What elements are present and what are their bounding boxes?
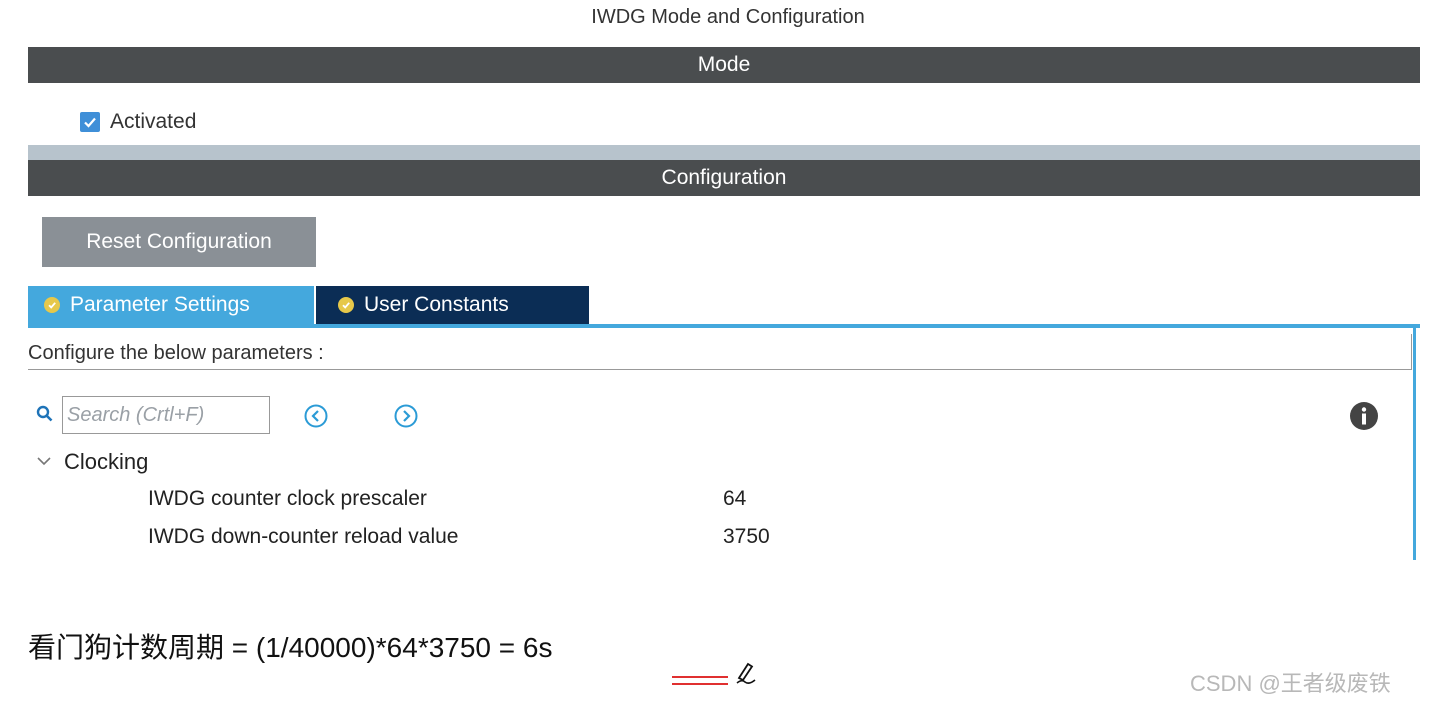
group-label: Clocking xyxy=(64,449,149,474)
checkmark-icon xyxy=(84,117,96,128)
panel-border xyxy=(1413,328,1416,560)
chevron-down-icon[interactable] xyxy=(36,449,52,475)
circle-chevron-left-icon[interactable] xyxy=(303,403,329,434)
mode-header: Mode xyxy=(28,47,1420,83)
check-circle-icon xyxy=(338,297,354,313)
result-underline xyxy=(672,683,728,685)
param-reload-value[interactable]: 3750 xyxy=(723,525,770,549)
configure-instructions: Configure the below parameters : xyxy=(28,334,1412,370)
check-circle-icon xyxy=(44,297,60,313)
tab-label: User Constants xyxy=(364,293,509,316)
activated-checkbox[interactable] xyxy=(80,112,100,132)
window-title: IWDG Mode and Configuration xyxy=(591,6,865,28)
param-prescaler-value[interactable]: 64 xyxy=(723,487,746,511)
watermark: CSDN @王者级废铁 xyxy=(1190,671,1391,696)
configuration-header: Configuration xyxy=(28,160,1420,196)
tab-underline xyxy=(28,324,1420,328)
param-reload-name[interactable]: IWDG down-counter reload value xyxy=(148,525,458,549)
activated-label: Activated xyxy=(110,110,197,133)
tab-label: Parameter Settings xyxy=(70,293,250,316)
search-icon[interactable] xyxy=(36,405,54,428)
pen-icon xyxy=(733,660,759,691)
tab-parameter-settings[interactable]: Parameter Settings xyxy=(28,286,314,324)
tab-user-constants[interactable]: User Constants xyxy=(316,286,589,324)
info-icon[interactable] xyxy=(1349,401,1379,436)
circle-chevron-right-icon[interactable] xyxy=(393,403,419,434)
activated-option[interactable]: Activated xyxy=(80,108,196,136)
section-divider xyxy=(28,145,1420,160)
clocking-group[interactable]: Clocking xyxy=(36,449,148,475)
result-underline xyxy=(672,676,728,678)
reset-configuration-button[interactable]: Reset Configuration xyxy=(42,217,316,267)
param-prescaler-name[interactable]: IWDG counter clock prescaler xyxy=(148,487,427,511)
search-input[interactable]: Search (Crtl+F) xyxy=(62,396,270,434)
watchdog-period-formula: 看门狗计数周期 = (1/40000)*64*3750 = 6s xyxy=(28,632,553,663)
